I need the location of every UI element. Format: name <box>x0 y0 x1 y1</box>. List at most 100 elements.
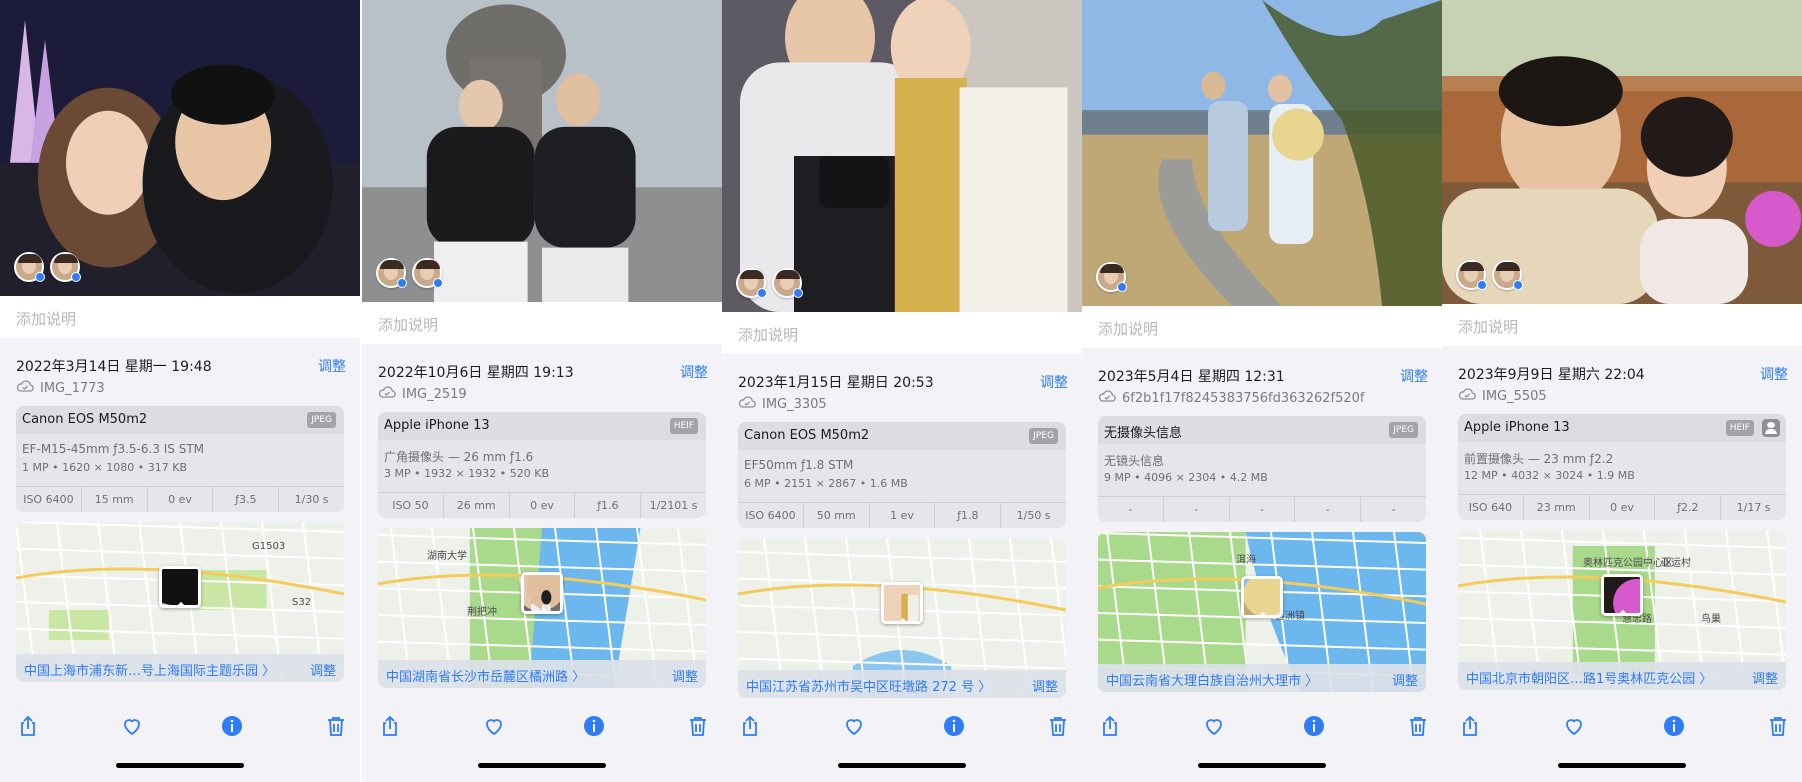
location-link[interactable]: 中国江苏省苏州市吴中区旺墩路 272 号 〉 <box>746 676 991 695</box>
map-label: G1503 <box>252 541 286 552</box>
trash-button[interactable] <box>324 714 348 738</box>
location-link[interactable]: 中国湖南省长沙市岳麓区橘洲路 〉 <box>386 666 585 685</box>
adjust-datetime-button[interactable]: 调整 <box>318 356 346 376</box>
exif-value: ƒ1.6 <box>575 493 642 518</box>
caption-field[interactable]: 添加说明 <box>1442 304 1802 346</box>
exif-value: 1/17 s <box>1736 501 1771 514</box>
exif-value: 26 mm <box>444 493 510 518</box>
location-link[interactable]: 中国上海市浦东新…号上海国际主题乐园 〉 <box>24 660 275 679</box>
caption-field[interactable]: 添加说明 <box>362 302 722 344</box>
info-button[interactable] <box>1302 714 1326 738</box>
caption-field[interactable]: 添加说明 <box>0 296 360 338</box>
image-specs: 1 MP • 1620 × 1080 • 317 KB <box>22 461 188 474</box>
camera-model: Apple iPhone 13 <box>384 418 490 433</box>
location-link[interactable]: 中国北京市朝阳区…路1号奥林匹克公园 〉 <box>1466 668 1712 687</box>
adjust-location-button[interactable]: 调整 <box>672 666 698 685</box>
person-avatar[interactable] <box>1096 262 1127 292</box>
heart-button[interactable] <box>842 714 866 738</box>
info-icon <box>1662 714 1686 742</box>
adjust-location-button[interactable]: 调整 <box>1392 670 1418 689</box>
photo[interactable] <box>1082 0 1442 306</box>
icloud-icon <box>16 380 34 396</box>
heart-button[interactable] <box>120 714 144 738</box>
adjust-datetime-button[interactable]: 调整 <box>1760 364 1788 384</box>
caption-field[interactable]: 添加说明 <box>1082 306 1442 348</box>
person-avatar[interactable] <box>1456 260 1487 290</box>
person-avatar[interactable] <box>736 268 767 298</box>
location-bar: 中国上海市浦东新…号上海国际主题乐园 〉 调整 <box>16 654 344 682</box>
exif-value: - <box>1230 497 1296 522</box>
share-button[interactable] <box>1458 714 1482 738</box>
metadata-section: 2022年3月14日 星期一 19:48 调整 IMG_1773 Canon EOS … <box>0 342 360 700</box>
person-avatar[interactable] <box>772 268 803 298</box>
trash-button[interactable] <box>1406 714 1430 738</box>
exif-row: ISO 50 26 mm 0 ev ƒ1.6 1/2101 s <box>378 492 706 518</box>
trash-button[interactable] <box>686 714 710 738</box>
exif-value: 1/30 s <box>294 493 329 506</box>
location-map[interactable]: G1503 S32 中国上海市浦东新…号上海国际主题乐园 〉 调整 <box>16 522 344 682</box>
heart-button[interactable] <box>482 714 506 738</box>
filename-row: IMG_5505 <box>1458 388 1547 404</box>
image-specs: 12 MP • 4032 × 3024 • 1.9 MB <box>1464 469 1635 482</box>
datetime-row: 2023年5月4日 星期四 12:31 调整 <box>1098 366 1428 386</box>
photo[interactable] <box>722 0 1082 312</box>
info-button[interactable] <box>942 714 966 738</box>
icloud-icon <box>738 396 756 412</box>
photo[interactable] <box>362 0 722 302</box>
caption-field[interactable]: 添加说明 <box>722 312 1082 354</box>
exif-value: 1 ev <box>870 503 936 528</box>
photo-location-pin[interactable] <box>159 566 201 608</box>
adjust-datetime-button[interactable]: 调整 <box>1040 372 1068 392</box>
location-map[interactable]: G2 中国江苏省苏州市吴中区旺墩路 272 号 〉调整 <box>738 538 1066 698</box>
location-map[interactable]: 奥林匹克公园中心区 慧忠路 亚运村 鸟巢 中国北京市朝阳区…路1号奥林匹克公园 〉调整 <box>1458 530 1786 690</box>
location-map[interactable]: 洱海 喜洲镇 中国云南省大理白族自治州大理市 〉调整 <box>1098 532 1426 692</box>
heart-button[interactable] <box>1562 714 1586 738</box>
lens-info: EF-M15-45mm ƒ3.5-6.3 IS STM <box>22 442 205 456</box>
share-icon <box>1458 714 1482 742</box>
map-label: S32 <box>292 597 312 608</box>
photo-location-pin[interactable] <box>881 582 923 624</box>
adjust-datetime-button[interactable]: 调整 <box>680 362 708 382</box>
adjust-location-button[interactable]: 调整 <box>310 660 336 679</box>
person-avatar[interactable] <box>14 252 45 282</box>
share-button[interactable] <box>378 714 402 738</box>
bottom-toolbar <box>1082 700 1442 760</box>
map-label: 奥林匹克公园中心区 <box>1583 558 1673 569</box>
filename-label: IMG_5505 <box>1482 388 1547 404</box>
adjust-datetime-button[interactable]: 调整 <box>1400 366 1428 386</box>
image-specs: 6 MP • 2151 × 2867 • 1.6 MB <box>744 477 908 490</box>
share-button[interactable] <box>1098 714 1122 738</box>
datetime-label: 2023年1月15日 星期日 20:53 <box>738 375 934 391</box>
filename-row: IMG_2519 <box>378 386 467 402</box>
datetime-label: 2022年10月6日 星期四 19:13 <box>378 365 574 381</box>
location-link[interactable]: 中国云南省大理白族自治州大理市 〉 <box>1106 670 1318 689</box>
icloud-icon <box>1098 390 1116 406</box>
adjust-location-button[interactable]: 调整 <box>1032 676 1058 695</box>
trash-button[interactable] <box>1766 714 1790 738</box>
home-indicator <box>1558 763 1686 768</box>
adjust-location-button[interactable]: 调整 <box>1752 668 1778 687</box>
photo-location-pin[interactable] <box>1241 576 1283 618</box>
lens-info: EF50mm ƒ1.8 STM <box>744 458 854 472</box>
trash-icon <box>686 714 710 742</box>
trash-button[interactable] <box>1046 714 1070 738</box>
camera-info-card: Canon EOS M50m2 JPEG EF-M15-45mm ƒ3.5-6.3 … <box>16 406 344 512</box>
location-map[interactable]: 湖南大学 荆把冲 中国湖南省长沙市岳麓区橘洲路 〉 调整 <box>378 528 706 688</box>
caption-placeholder: 添加说明 <box>16 310 77 328</box>
share-button[interactable] <box>738 714 762 738</box>
person-avatar[interactable] <box>1492 260 1523 290</box>
person-avatar[interactable] <box>50 252 81 282</box>
person-avatar[interactable] <box>412 258 443 288</box>
share-button[interactable] <box>16 714 40 738</box>
people-faces <box>376 258 443 288</box>
photo[interactable] <box>1442 0 1802 304</box>
caption-placeholder: 添加说明 <box>738 326 799 344</box>
info-button[interactable] <box>1662 714 1686 738</box>
person-avatar[interactable] <box>376 258 407 288</box>
heart-button[interactable] <box>1202 714 1226 738</box>
photo-location-pin[interactable] <box>1601 574 1643 616</box>
info-button[interactable] <box>582 714 606 738</box>
photo-location-pin[interactable] <box>521 572 563 614</box>
info-button[interactable] <box>220 714 244 738</box>
location-bar: 中国云南省大理白族自治州大理市 〉 调整 <box>1098 664 1426 692</box>
